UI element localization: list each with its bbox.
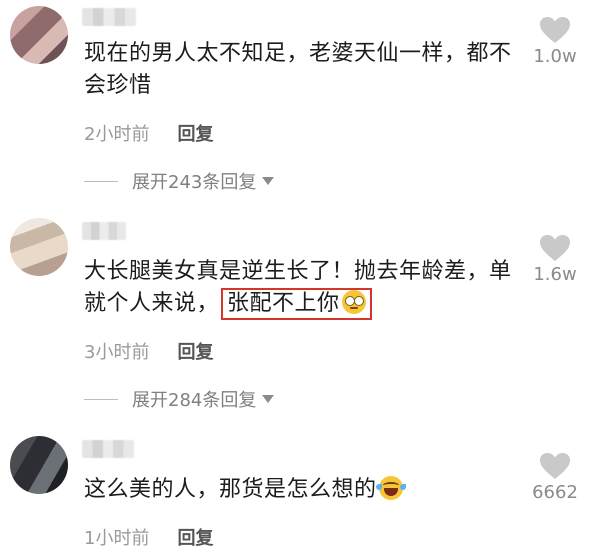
like-button[interactable]: 1.0w bbox=[525, 16, 585, 67]
expand-replies-button[interactable]: 展开284条回复 bbox=[84, 386, 275, 412]
heart-icon bbox=[540, 235, 570, 261]
divider-line bbox=[84, 398, 118, 400]
comment-time: 3小时前 bbox=[84, 342, 150, 363]
expand-replies-label: 展开243条回复 bbox=[132, 172, 257, 193]
reply-button[interactable]: 回复 bbox=[177, 524, 213, 550]
reply-button[interactable]: 回复 bbox=[177, 338, 213, 364]
comment-time: 2小时前 bbox=[84, 124, 150, 145]
reply-button[interactable]: 回复 bbox=[177, 120, 213, 146]
avatar[interactable] bbox=[10, 218, 68, 276]
expand-replies-button[interactable]: 展开243条回复 bbox=[84, 168, 275, 194]
eye-roll-emoji bbox=[341, 290, 366, 314]
heart-icon bbox=[540, 453, 570, 479]
username[interactable] bbox=[82, 440, 134, 458]
like-count: 6662 bbox=[532, 482, 578, 503]
highlight-box: 张配不上你 bbox=[221, 288, 372, 320]
comment-meta: 2小时前 回复 bbox=[84, 120, 213, 146]
comment-text: 这么美的人，那货是怎么想的 bbox=[84, 474, 514, 506]
avatar[interactable] bbox=[10, 6, 68, 64]
like-button[interactable]: 6662 bbox=[525, 452, 585, 503]
divider-line bbox=[84, 180, 118, 182]
like-button[interactable]: 1.6w bbox=[525, 234, 585, 285]
caret-down-icon bbox=[262, 177, 275, 185]
comment-text: 大长腿美女真是逆生长了！抛去年龄差，单就个人来说， 张配不上你 bbox=[84, 256, 514, 320]
expand-replies-label: 展开284条回复 bbox=[132, 390, 257, 411]
username[interactable] bbox=[82, 8, 136, 26]
laughing-tears-emoji bbox=[375, 476, 406, 500]
caret-down-icon bbox=[262, 395, 275, 403]
like-count: 1.6w bbox=[533, 264, 577, 285]
comment-text-main: 这么美的人，那货是怎么想的 bbox=[84, 477, 377, 502]
comment-time: 1小时前 bbox=[84, 528, 150, 549]
username[interactable] bbox=[82, 222, 126, 240]
comment-text: 现在的男人太不知足，老婆天仙一样，都不会珍惜 bbox=[84, 41, 512, 98]
comment-meta: 1小时前 回复 bbox=[84, 524, 213, 550]
avatar[interactable] bbox=[10, 436, 68, 494]
like-count: 1.0w bbox=[533, 46, 577, 67]
comment-meta: 3小时前 回复 bbox=[84, 338, 213, 364]
highlighted-text: 张配不上你 bbox=[227, 291, 340, 316]
heart-icon bbox=[540, 17, 570, 43]
